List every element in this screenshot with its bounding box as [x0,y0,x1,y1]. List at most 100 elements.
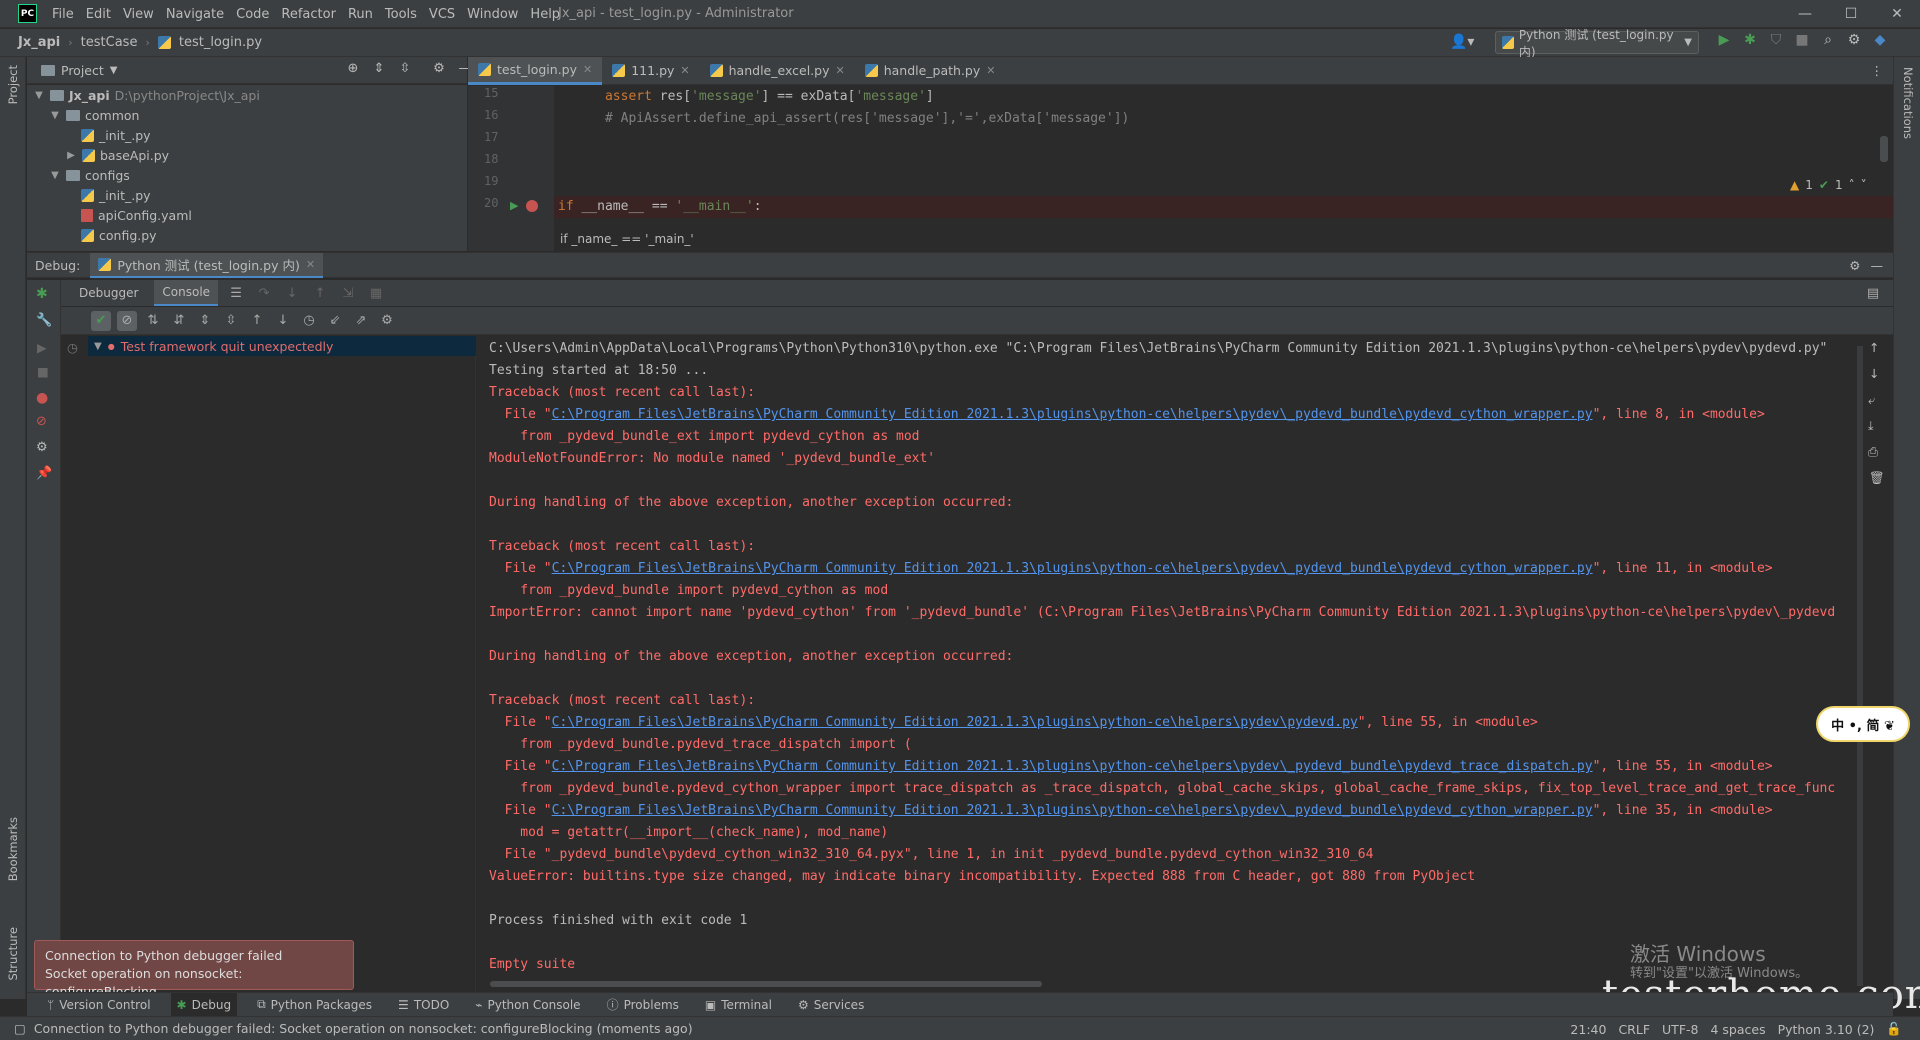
menu-run[interactable]: Run [348,7,373,22]
tab-handle-excel[interactable]: handle_excel.py ✕ [700,57,855,85]
run-to-cursor-icon[interactable]: ⇲ [338,283,358,303]
chevron-down-icon[interactable]: ▼ [94,341,102,352]
file-link[interactable]: C:\Program Files\JetBrains\PyCharm Commu… [552,803,1593,818]
breadcrumb-file[interactable]: test_login.py [179,35,262,50]
file-link[interactable]: C:\Program Files\JetBrains\PyCharm Commu… [552,759,1593,774]
tool-terminal[interactable]: ▣ Terminal [699,993,778,1017]
evaluate-icon[interactable]: ▦ [366,283,386,303]
user-icon[interactable]: 👤▾ [1450,34,1474,50]
step-over-icon[interactable]: ↷ [254,283,274,303]
tool-version-control[interactable]: ᛘ Version Control [41,993,157,1017]
breakpoint-icon[interactable] [526,200,538,212]
menu-vcs[interactable]: VCS [429,7,455,22]
breadcrumb-folder[interactable]: testCase [81,35,138,50]
tree-item-folder[interactable]: ▼ common [27,105,467,125]
tab-handle-path[interactable]: handle_path.py ✕ [855,57,1006,85]
chevron-down-icon[interactable]: ▼ [49,110,61,121]
close-icon[interactable]: ✕ [306,258,315,271]
status-message[interactable]: Connection to Python debugger failed: So… [34,1021,693,1036]
tree-item-file[interactable]: ▶ baseApi.py [27,145,467,165]
tab-111[interactable]: 111.py ✕ [602,57,699,85]
tool-python-console[interactable]: ⌁ Python Console [469,993,586,1017]
soft-wrap-icon[interactable]: ⤶ [1868,392,1875,408]
test-row[interactable]: ▼ ● Test framework quit unexpectedly [88,336,476,356]
tree-item-file[interactable]: config.py [27,225,467,245]
gear-icon[interactable]: ⚙ [1846,32,1862,48]
view-breakpoints-icon[interactable]: ● [36,390,48,406]
chevron-down-icon[interactable]: ▼ [110,65,118,76]
next-test-icon[interactable]: ↓ [273,311,293,331]
breadcrumb-project[interactable]: Jx_api [18,35,60,50]
chevron-right-icon[interactable]: ▶ [65,150,77,161]
editor-breadcrumb[interactable]: if _name_ == '_main_' [560,232,694,246]
previous-test-icon[interactable]: ↑ [247,311,267,331]
collapse-all-icon[interactable]: ⇳ [221,311,241,331]
toggle-tool-windows-icon[interactable]: ▢ [14,1021,26,1036]
file-link[interactable]: C:\Program Files\JetBrains\PyCharm Commu… [552,715,1358,730]
stop-icon[interactable]: ■ [1794,32,1810,48]
project-tool-button[interactable]: Project [6,65,20,104]
python-interpreter[interactable]: Python 3.10 (2) [1778,1022,1875,1037]
step-into-icon[interactable]: ↓ [282,283,302,303]
chevron-down-icon[interactable]: ˅ [1861,178,1867,192]
maximize-icon[interactable]: ☐ [1828,6,1874,22]
import-tests-icon[interactable]: ⇙ [325,311,345,331]
minimize-icon[interactable]: — [1782,6,1828,22]
menu-help[interactable]: Help [530,7,560,22]
locate-icon[interactable]: ⊕ [345,61,361,76]
tree-item-root[interactable]: ▼ Jx_api D:\pythonProject\Jx_api [27,85,467,105]
lock-icon[interactable]: 🔓 [1886,1021,1902,1037]
mute-breakpoints-icon[interactable]: ⊘ [36,414,47,429]
file-encoding[interactable]: UTF-8 [1662,1022,1698,1037]
menu-window[interactable]: Window [467,7,518,22]
chevron-down-icon[interactable]: ▼ [49,170,61,181]
ime-badge[interactable]: 中 •, 简 ❦ [1816,706,1910,742]
close-icon[interactable]: ✕ [583,63,592,76]
close-icon[interactable]: ✕ [835,64,844,77]
tab-debugger[interactable]: Debugger [71,280,146,306]
line-separator[interactable]: CRLF [1618,1022,1650,1037]
run-configuration-select[interactable]: Python 测试 (test_login.py 内) ▼ [1495,28,1699,59]
trash-icon[interactable]: 🗑 [1869,470,1885,486]
menu-navigate[interactable]: Navigate [166,7,224,22]
horizontal-scrollbar[interactable] [490,981,1042,987]
search-icon[interactable]: ⌕ [1820,32,1836,48]
coverage-icon[interactable]: ⛉ [1768,32,1784,48]
close-icon[interactable]: ✕ [680,64,689,77]
arrow-down-icon[interactable]: ↓ [1869,366,1879,381]
tool-python-packages[interactable]: ⧉ Python Packages [251,993,378,1017]
stop-icon[interactable]: ■ [37,364,49,379]
menu-code[interactable]: Code [236,7,269,22]
chevron-up-icon[interactable]: ˄ [1849,178,1855,192]
arrow-up-icon[interactable]: ↑ [1869,340,1879,355]
file-link[interactable]: C:\Program Files\JetBrains\PyCharm Commu… [552,561,1593,576]
scrollbar[interactable] [1880,136,1888,162]
tree-item-file[interactable]: _init_.py [27,185,467,205]
debug-session-tab[interactable]: Python 测试 (test_login.py 内) ✕ [90,252,324,278]
expand-all-icon[interactable]: ⇕ [195,311,215,331]
rerun-debug-icon[interactable]: ✱ [36,286,48,302]
tool-debug[interactable]: ✱ Debug [170,992,238,1017]
show-passed-icon[interactable]: ✔ [91,310,111,331]
sort-alpha-icon[interactable]: ⇅ [143,311,163,331]
menu-edit[interactable]: Edit [86,7,111,22]
indent-setting[interactable]: 4 spaces [1710,1022,1765,1037]
tab-console[interactable]: Console [154,280,219,306]
menu-tools[interactable]: Tools [385,7,417,22]
bookmarks-tool-button[interactable]: Bookmarks [6,817,20,881]
show-ignored-icon[interactable]: ⊘ [117,310,137,331]
step-out-icon[interactable]: ↑ [310,283,330,303]
gear-icon[interactable]: ⚙ [1849,258,1860,273]
modify-config-icon[interactable]: 🔧 [36,313,52,328]
collapse-all-icon[interactable]: ⇳ [397,61,413,76]
debug-bug-icon[interactable]: ✱ [1742,32,1758,48]
run-gutter-icon[interactable]: ▶ [510,199,518,212]
notifications-tool-button[interactable]: Notifications [1901,67,1915,139]
menu-file[interactable]: File [52,7,74,22]
sort-duration-icon[interactable]: ⇵ [169,311,189,331]
pin-icon[interactable]: 📌 [36,466,52,481]
expand-all-icon[interactable]: ⇕ [371,61,387,76]
layout-icon[interactable]: ▤ [1863,283,1883,303]
print-icon[interactable]: ⎙ [1868,444,1878,460]
menu-refactor[interactable]: Refactor [281,7,336,22]
